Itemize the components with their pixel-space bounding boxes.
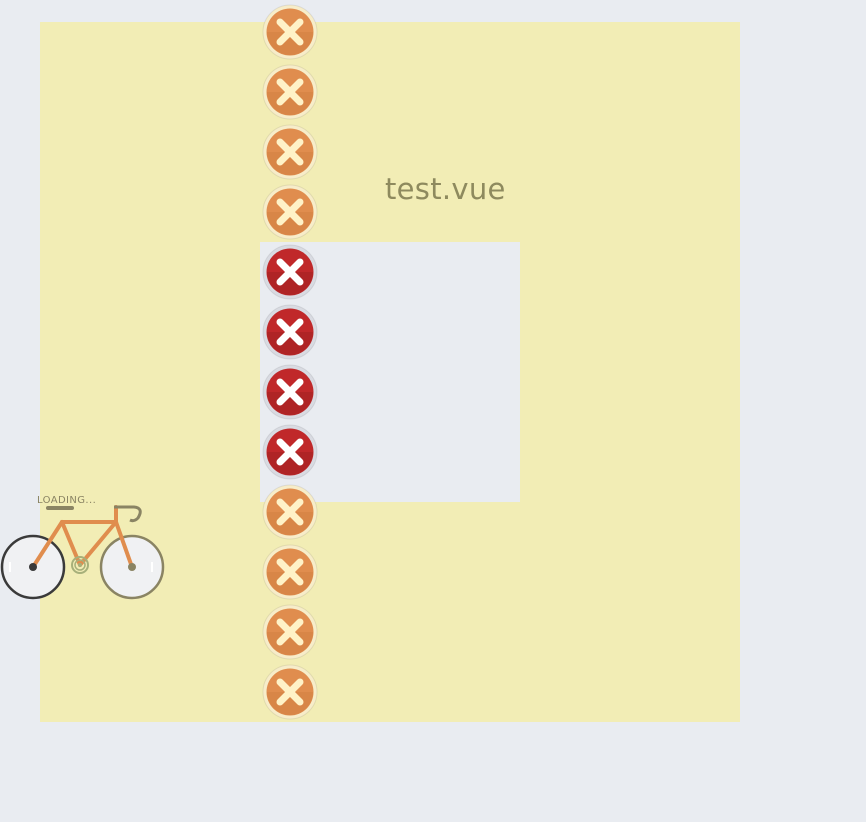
close-icon [262, 4, 318, 60]
close-button[interactable] [262, 244, 318, 300]
close-icon [262, 544, 318, 600]
close-button[interactable] [262, 424, 318, 480]
close-button[interactable] [262, 184, 318, 240]
close-icon [262, 364, 318, 420]
close-icon [262, 124, 318, 180]
close-button[interactable] [262, 484, 318, 540]
close-icon [262, 304, 318, 360]
close-button[interactable] [262, 124, 318, 180]
close-icon [262, 424, 318, 480]
close-button[interactable] [262, 4, 318, 60]
close-button[interactable] [262, 664, 318, 720]
close-icon [262, 244, 318, 300]
bicycle-loading-icon [0, 505, 165, 600]
close-button[interactable] [262, 364, 318, 420]
close-button[interactable] [262, 304, 318, 360]
close-button[interactable] [262, 544, 318, 600]
close-icon [262, 604, 318, 660]
close-icon [262, 484, 318, 540]
close-icon [262, 664, 318, 720]
close-button[interactable] [262, 64, 318, 120]
close-icon [262, 184, 318, 240]
close-icon [262, 64, 318, 120]
page-title: test.vue [385, 172, 506, 206]
close-button[interactable] [262, 604, 318, 660]
